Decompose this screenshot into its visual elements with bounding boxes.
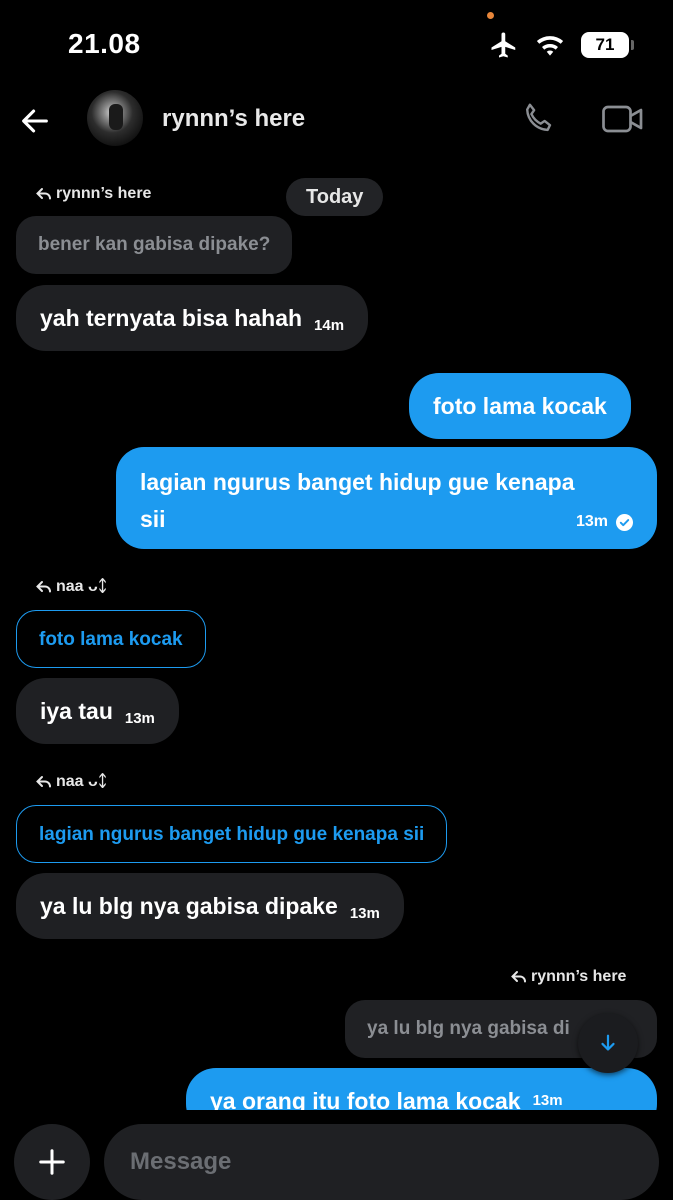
airplane-mode-icon [491, 32, 516, 58]
reply-to-name: naa ᴗᛨ [56, 578, 108, 595]
quoted-message[interactable]: foto lama kocak [16, 610, 206, 668]
incoming-message-bubble[interactable]: ya lu blg nya gabisa dipake 13m [16, 873, 404, 939]
avatar[interactable] [87, 90, 143, 146]
message-timestamp: 13m [532, 1092, 563, 1109]
reply-icon [36, 581, 51, 593]
video-call-icon[interactable] [602, 103, 644, 135]
battery-level: 71 [595, 35, 615, 54]
reply-to-label: rynnn’s here [511, 968, 626, 986]
message-text: ya orang itu foto lama kocak [210, 1088, 521, 1110]
message-text-continued: sii [140, 506, 166, 532]
message-text: lagian ngurus banget hidup gue kenapa [140, 469, 575, 495]
outgoing-message-bubble[interactable]: ya orang itu foto lama kocak 13m [186, 1068, 657, 1110]
message-text: iya tau [40, 697, 113, 724]
message-timestamp: 13m [575, 513, 608, 530]
status-time: 21.08 [68, 28, 141, 59]
chat-title[interactable]: rynnn’s here [162, 105, 305, 133]
phone-call-icon[interactable] [520, 101, 556, 137]
message-composer [0, 1110, 673, 1200]
reply-icon [36, 188, 51, 200]
reply-to-label: naa ᴗᛨ [36, 773, 107, 791]
reply-to-label: naa ᴗᛨ [36, 578, 107, 596]
privacy-indicator-dot [487, 12, 494, 19]
message-text: foto lama kocak [433, 392, 607, 419]
reply-to-label: rynnn’s here [36, 185, 151, 203]
quoted-message[interactable]: bener kan gabisa dipake? [16, 216, 293, 274]
message-timestamp: 14m [314, 316, 345, 334]
plus-icon [39, 1149, 65, 1175]
outgoing-message-bubble[interactable]: lagian ngurus banget hidup gue kenapa si… [116, 447, 657, 549]
chat-header: rynnn’s here [0, 88, 673, 152]
reply-to-name: rynnn’s here [531, 968, 627, 985]
wifi-icon [536, 36, 564, 56]
reply-icon [36, 776, 51, 788]
date-divider: Today [286, 178, 384, 216]
battery-indicator: 71 [581, 32, 634, 58]
reply-icon [511, 971, 526, 983]
outgoing-message-bubble[interactable]: foto lama kocak [409, 373, 631, 439]
status-bar: 21.08 71 [0, 0, 673, 90]
incoming-message-bubble[interactable]: iya tau 13m [16, 678, 179, 744]
message-timestamp: 13m [124, 709, 155, 727]
reply-to-name: naa ᴗᛨ [56, 773, 108, 790]
message-text: yah ternyata bisa hahah [40, 304, 303, 331]
add-attachment-button[interactable] [14, 1124, 90, 1200]
message-input[interactable] [104, 1124, 659, 1200]
read-receipt-check-icon [616, 513, 633, 531]
quoted-message[interactable]: lagian ngurus banget hidup gue kenapa si… [16, 805, 448, 863]
reply-to-name: rynnn’s here [56, 185, 152, 202]
message-timestamp: 13m [349, 904, 380, 922]
arrow-down-icon [601, 1034, 615, 1051]
scroll-to-bottom-button[interactable] [578, 1013, 638, 1073]
message-list[interactable]: rynnn’s here Today bener kan gabisa dipa… [0, 160, 673, 1110]
back-arrow-icon[interactable] [18, 104, 52, 138]
status-icons: 71 [489, 30, 634, 60]
message-text: ya lu blg nya gabisa dipake [40, 892, 338, 919]
incoming-message-bubble[interactable]: yah ternyata bisa hahah 14m [16, 285, 369, 351]
